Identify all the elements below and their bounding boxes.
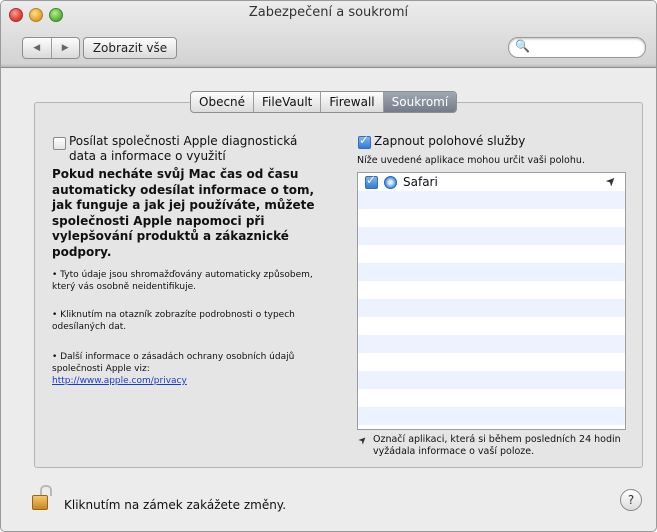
safari-location-checkbox[interactable] bbox=[365, 173, 378, 189]
tab-bar: Obecné FileVault Firewall Soukromí bbox=[190, 91, 458, 113]
diagnostics-checkbox[interactable] bbox=[53, 137, 66, 150]
tab-general[interactable]: Obecné bbox=[191, 92, 255, 112]
location-arrow-legend: Označí aplikaci, která si během poslední… bbox=[373, 434, 621, 457]
forward-button[interactable]: ▶ bbox=[50, 38, 80, 58]
back-arrow-icon: ◀ bbox=[33, 43, 41, 53]
search-icon: 🔍 bbox=[515, 39, 530, 53]
preferences-window: Zabezpečení a soukromí ◀ ▶ Zobrazit vše … bbox=[0, 0, 657, 532]
window-title: Zabezpečení a soukromí bbox=[248, 5, 409, 20]
location-apps-subtitle: Níže uvedené aplikace mohou určit vaši p… bbox=[357, 155, 585, 166]
location-arrow-icon: ➤ bbox=[602, 172, 620, 190]
location-services-checkbox[interactable] bbox=[358, 133, 371, 149]
diagnostics-description: Pokud necháte svůj Mac čas od času autom… bbox=[52, 167, 315, 259]
location-services-label[interactable]: Zapnout polohové služby bbox=[374, 134, 525, 148]
diagnostics-checkbox-label[interactable]: Posílat společnosti Apple diagnostická d… bbox=[69, 134, 314, 164]
location-apps-list[interactable]: Safari ➤ bbox=[357, 172, 626, 430]
back-button[interactable]: ◀ bbox=[23, 38, 51, 58]
privacy-link[interactable]: http://www.apple.com/privacy bbox=[52, 375, 317, 387]
forward-arrow-icon: ▶ bbox=[61, 43, 69, 53]
info-bullet-privacy: • Další informace o zásadách ochrany oso… bbox=[52, 352, 295, 374]
navigation-buttons: ◀ ▶ bbox=[22, 37, 80, 59]
padlock-icon[interactable] bbox=[32, 485, 52, 510]
lock-body bbox=[32, 495, 48, 510]
safari-compass-icon bbox=[384, 176, 397, 189]
tab-firewall[interactable]: Firewall bbox=[321, 92, 384, 112]
info-bullet-help: • Kliknutím na otazník zobrazíte podrobn… bbox=[52, 310, 295, 332]
title-bar: Zabezpečení a soukromí ◀ ▶ Zobrazit vše … bbox=[1, 1, 656, 68]
tab-privacy[interactable]: Soukromí bbox=[383, 92, 457, 112]
tab-filevault[interactable]: FileVault bbox=[254, 92, 322, 112]
info-bullet-anonymous: • Tyto údaje jsou shromažďovány automati… bbox=[52, 270, 313, 292]
list-item-safari[interactable]: Safari ➤ bbox=[358, 173, 625, 191]
show-all-button[interactable]: Zobrazit vše bbox=[83, 37, 177, 59]
search-input[interactable]: 🔍 bbox=[508, 37, 646, 58]
app-name: Safari bbox=[403, 175, 438, 189]
help-button[interactable]: ? bbox=[620, 489, 642, 511]
lock-label: Kliknutím na zámek zakážete změny. bbox=[64, 498, 287, 512]
